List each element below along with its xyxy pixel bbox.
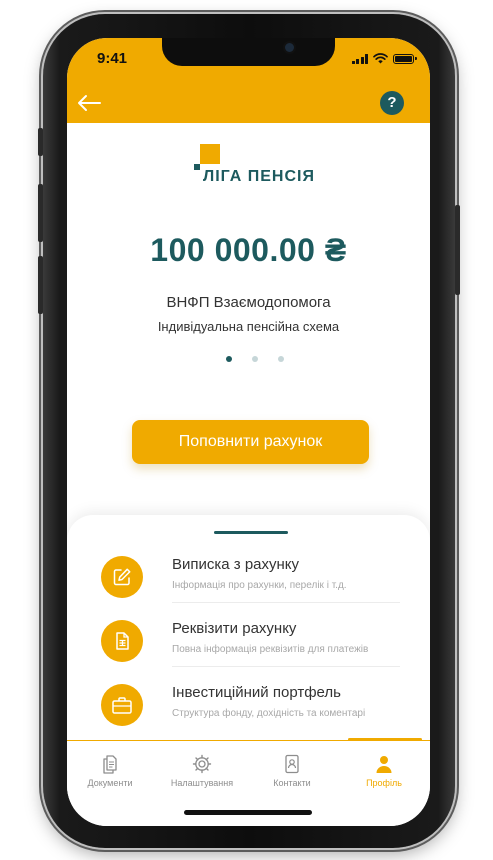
- edit-pencil-icon: [101, 556, 143, 598]
- carousel-dot[interactable]: [278, 356, 284, 362]
- battery-icon: [393, 53, 417, 64]
- phone-volume-up-button: [38, 184, 43, 242]
- menu-item-statement[interactable]: Виписка з рахунку Інформація про рахунки…: [67, 554, 430, 616]
- fund-name: ВНФП Взаємодопомога: [166, 294, 331, 311]
- menu-item-subtitle: Структура фонду, дохідність та коментарі: [172, 708, 366, 719]
- tab-profile[interactable]: Профіль: [342, 753, 426, 793]
- sheet-drag-handle[interactable]: [214, 531, 288, 534]
- liga-pensiya-logo: ЛІГА ПЕНСІЯ: [194, 144, 316, 188]
- phone-notch: [162, 38, 335, 66]
- topup-account-button[interactable]: Поповнити рахунок: [132, 420, 369, 464]
- help-button[interactable]: ?: [380, 91, 404, 115]
- phone-silent-switch: [38, 128, 43, 156]
- tab-label: Контакти: [273, 778, 311, 788]
- tab-settings[interactable]: Налаштування: [160, 753, 244, 793]
- carousel-dot[interactable]: [226, 356, 232, 362]
- tab-documents[interactable]: Документи: [68, 753, 152, 793]
- briefcase-icon: [101, 684, 143, 726]
- front-camera: [285, 43, 294, 52]
- scheme-name: Індивідуальна пенсійна схема: [157, 319, 340, 334]
- menu-item-subtitle: Повна інформація реквізитів для платежів: [172, 644, 369, 655]
- profile-icon: [376, 756, 392, 773]
- tab-label: Профіль: [366, 778, 402, 788]
- carousel-dots: [226, 356, 284, 362]
- active-tab-indicator: [348, 738, 422, 741]
- cellular-signal-icon: [351, 53, 368, 64]
- phone-volume-down-button: [38, 256, 43, 314]
- carousel-dot[interactable]: [252, 356, 258, 362]
- menu-item-title: Інвестиційний портфель: [172, 684, 341, 701]
- tab-label: Налаштування: [170, 778, 234, 788]
- documents-icon: [103, 755, 117, 774]
- logo-text: ЛІГА ПЕНСІЯ: [203, 168, 315, 185]
- menu-item-requisites[interactable]: Реквізити рахунку Повна інформація рекві…: [67, 618, 430, 680]
- logo-square-yellow: [200, 144, 220, 164]
- menu-item-subtitle: Інформація про рахунки, перелік і т.д.: [172, 580, 347, 591]
- status-time: 9:41: [97, 50, 128, 67]
- app-screen: 9:41 ? ЛІГА ПЕНСІЯ 100 000.00 ₴ ВНФП Вза…: [67, 38, 430, 826]
- status-icons: [351, 53, 417, 64]
- home-indicator[interactable]: [184, 810, 312, 815]
- menu-item-title: Реквізити рахунку: [172, 620, 297, 637]
- contacts-icon: [285, 754, 299, 774]
- menu-item-portfolio[interactable]: Інвестиційний портфель Структура фонду, …: [67, 682, 430, 744]
- menu-divider: [172, 666, 400, 667]
- settings-gear-icon: [192, 754, 212, 774]
- arrow-left-icon[interactable]: [75, 92, 103, 114]
- menu-divider: [172, 602, 400, 603]
- account-balance: 100 000.00 ₴: [150, 232, 347, 268]
- phone-power-button: [455, 205, 460, 295]
- tab-contacts[interactable]: Контакти: [250, 753, 334, 793]
- document-list-icon: [101, 620, 143, 662]
- wifi-icon: [373, 53, 388, 64]
- tab-label: Документи: [87, 778, 133, 788]
- logo-square-teal: [194, 164, 200, 170]
- status-bar: 9:41: [67, 38, 430, 82]
- app-header: ?: [67, 82, 430, 123]
- menu-item-title: Виписка з рахунку: [172, 556, 300, 573]
